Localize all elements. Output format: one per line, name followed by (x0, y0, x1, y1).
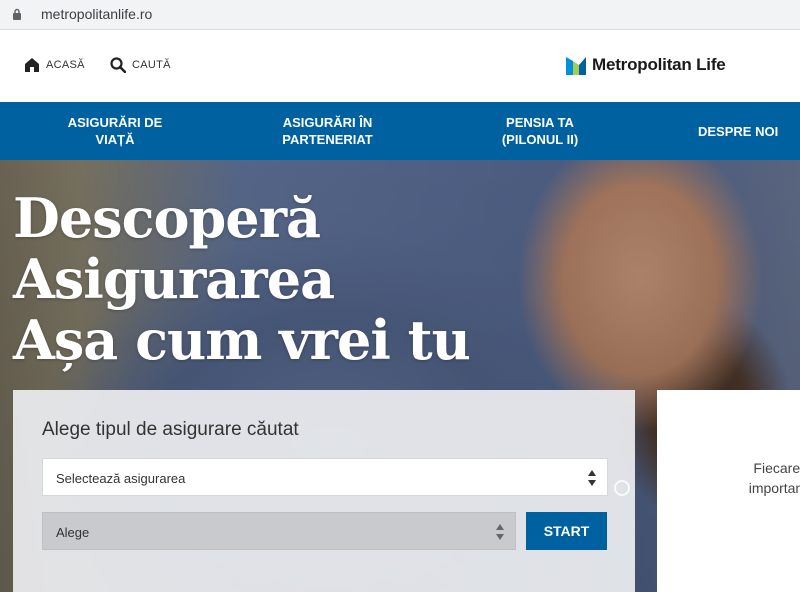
nav-label-line2: PARTENERIAT (282, 132, 373, 147)
select-arrows-icon (496, 524, 504, 540)
metlife-m-icon (566, 57, 586, 75)
teaser-card: Fiecare își ale importantă. Dru (657, 390, 800, 592)
hero-banner: Descoperă Asigurarea Așa cum vrei tu Ale… (0, 160, 800, 592)
choice-select[interactable]: Alege (42, 512, 516, 550)
insurance-type-select[interactable]: Selectează asigurarea (42, 458, 608, 496)
nav-item-about-us[interactable]: DESPRE NOI (698, 102, 800, 160)
hero-headline: Descoperă Asigurarea Așa cum vrei tu (13, 186, 471, 372)
nav-label-line2: VIAȚĂ (95, 132, 135, 147)
nav-label-line2: (PILONUL II) (501, 132, 579, 147)
browser-address-bar: metropolitanlife.ro (0, 0, 800, 30)
main-nav: ASIGURĂRI DE VIAȚĂ ASIGURĂRI ÎN PARTENERIA… (0, 102, 800, 160)
nav-label-line1: ASIGURĂRI DE (67, 115, 163, 130)
teaser-line: importantă. Dru (748, 480, 800, 496)
headline-line: Asigurarea (13, 247, 335, 311)
metlife-logo[interactable]: Metropolitan Life (566, 55, 726, 75)
url-text[interactable]: metropolitanlife.ro (41, 6, 152, 22)
nav-item-life-insurance[interactable]: ASIGURĂRI DE VIAȚĂ (50, 102, 180, 160)
home-link[interactable]: ACASĂ (24, 57, 85, 73)
home-icon (25, 58, 39, 72)
slider-dot[interactable] (614, 480, 630, 496)
select-value: Alege (56, 525, 90, 540)
utility-bar: ACASĂ CAUTĂ Metropolitan Life (0, 33, 800, 102)
teaser-text: Fiecare își ale importantă. Dru (697, 458, 800, 498)
home-label: ACASĂ (46, 59, 85, 71)
teaser-line: Fiecare își ale (753, 460, 800, 476)
nav-item-pension[interactable]: PENSIA TA (PILONUL II) (470, 102, 610, 160)
search-label: CAUTĂ (132, 59, 171, 71)
headline-line: Așa cum vrei tu (13, 308, 471, 372)
nav-label-line1: PENSIA TA (506, 115, 574, 130)
lock-icon (13, 8, 21, 20)
start-button[interactable]: START (526, 512, 607, 550)
nav-item-partnership-insurance[interactable]: ASIGURĂRI ÎN PARTENERIAT (255, 102, 400, 160)
nav-label-line1: DESPRE NOI (698, 123, 779, 139)
selector-title: Alege tipul de asigurare căutat (42, 419, 299, 440)
nav-label-line1: ASIGURĂRI ÎN (282, 115, 373, 130)
select-value: Selectează asigurarea (56, 471, 186, 486)
select-arrows-icon (588, 470, 596, 486)
insurance-selector-panel: Alege tipul de asigurare căutat Selectea… (13, 390, 635, 592)
search-icon (110, 57, 126, 73)
headline-line: Descoperă (13, 186, 321, 250)
logo-text: Metropolitan Life (592, 55, 726, 74)
search-link[interactable]: CAUTĂ (110, 57, 171, 73)
